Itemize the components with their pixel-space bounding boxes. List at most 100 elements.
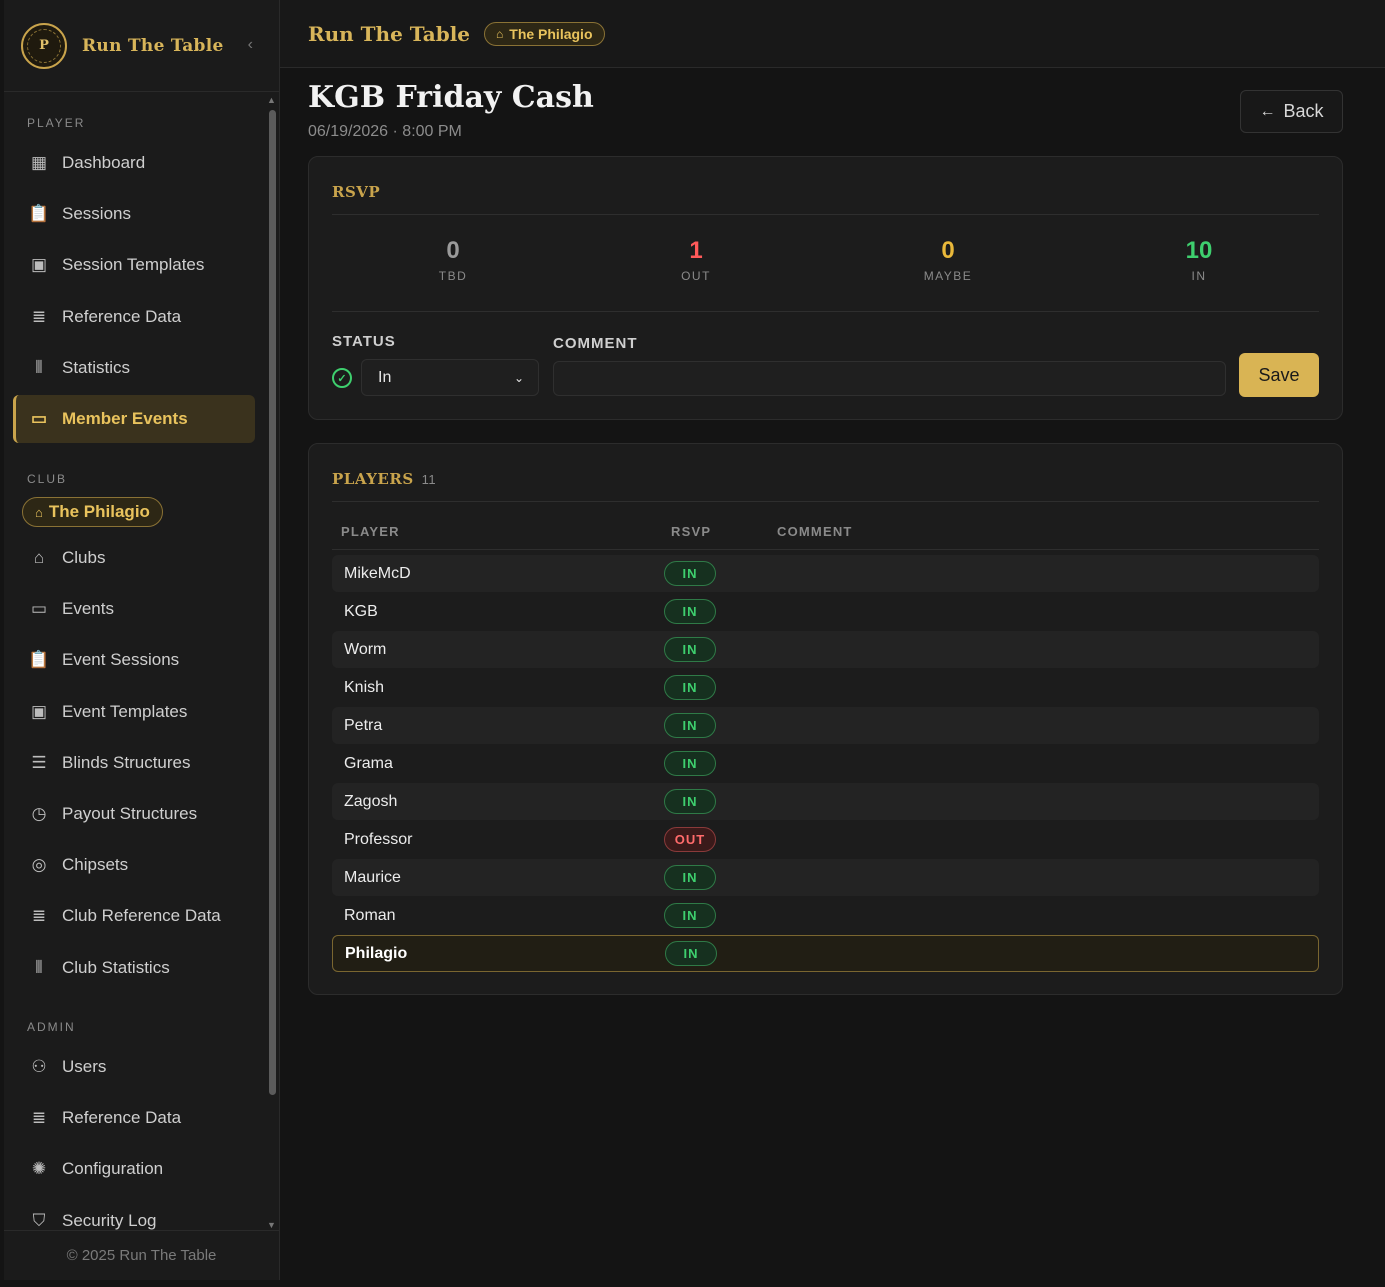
layout-icon: ▣ xyxy=(30,701,48,721)
scroll-up-icon[interactable]: ▲ xyxy=(267,95,276,105)
rsvp-status-badge: IN xyxy=(664,713,716,738)
divider xyxy=(332,311,1319,312)
sidebar-item-reference-data[interactable]: ≣ Reference Data xyxy=(13,1094,255,1142)
sidebar-item-events[interactable]: ▭ Events xyxy=(13,585,255,633)
sidebar-item-label: Configuration xyxy=(62,1159,164,1179)
scrollbar-thumb[interactable] xyxy=(269,110,276,1095)
topbar: Run The Table ⌂ The Philagio xyxy=(280,0,1385,68)
sidebar-item-session-templates[interactable]: ▣ Session Templates xyxy=(13,241,255,289)
page-title: KGB Friday Cash xyxy=(308,80,594,115)
player-name: Grama xyxy=(344,754,393,772)
players-card-title: PLAYERS 11 xyxy=(332,470,436,488)
section-label-player: PLAYER xyxy=(27,116,86,130)
players-count: 11 xyxy=(421,472,437,487)
rsvp-stat-label: MAYBE xyxy=(923,269,973,283)
player-name: Worm xyxy=(344,640,387,658)
divider xyxy=(332,549,1319,550)
rsvp-stat-maybe: 0 MAYBE xyxy=(888,237,1008,283)
sidebar-item-event-templates[interactable]: ▣ Event Templates xyxy=(13,688,255,736)
sidebar-item-chipsets[interactable]: ◎ Chipsets xyxy=(13,841,255,889)
sun-gear-icon: ✺ xyxy=(31,1159,47,1179)
home-icon: ⌂ xyxy=(35,504,43,520)
rsvp-card: RSVP 0 TBD 1 OUT 0 MAYBE 10 IN STATUS COMMENT ✓… xyxy=(308,156,1343,420)
player-name: Knish xyxy=(344,678,385,696)
home-icon: ⌂ xyxy=(33,548,45,567)
sidebar-item-club-statistics[interactable]: ⫴ Club Statistics xyxy=(13,944,255,992)
chevron-left-icon[interactable]: ‹ xyxy=(248,36,253,54)
back-button-label: Back xyxy=(1283,101,1324,121)
rsvp-status-badge: IN xyxy=(664,903,716,928)
users-icon: ⚇ xyxy=(31,1057,47,1076)
rsvp-status-badge: IN xyxy=(664,561,716,586)
calendar-icon: ▭ xyxy=(30,599,48,619)
save-button[interactable]: Save xyxy=(1239,353,1319,397)
player-name: Maurice xyxy=(344,868,401,886)
sidebar-item-event-sessions[interactable]: 📋 Event Sessions xyxy=(13,636,255,684)
rsvp-stat-value: 0 xyxy=(446,237,460,264)
clock-icon: ◷ xyxy=(31,804,47,823)
clipboard-icon: 📋 xyxy=(28,650,50,670)
sidebar-item-label: Sessions xyxy=(62,204,131,224)
column-header-comment[interactable]: COMMENT xyxy=(777,524,853,539)
table-row[interactable]: MikeMcD IN xyxy=(332,555,1319,592)
table-row[interactable]: KGB IN xyxy=(332,593,1319,630)
table-row[interactable]: Roman IN xyxy=(332,897,1319,934)
status-select-value: In xyxy=(378,368,392,386)
layout-icon: ▣ xyxy=(30,255,48,275)
players-card: PLAYERS 11 PLAYER RSVP COMMENT MikeMcD IN K… xyxy=(308,443,1343,995)
column-header-player[interactable]: PLAYER xyxy=(341,524,400,539)
list-icon: ≣ xyxy=(31,1108,47,1128)
back-button[interactable]: ← Back xyxy=(1240,90,1343,133)
sidebar-item-statistics[interactable]: ⫴ Statistics xyxy=(13,344,255,392)
sidebar-item-security-log[interactable]: ⛉ Security Log xyxy=(13,1197,255,1230)
sidebar-item-label: Session Templates xyxy=(62,255,205,275)
sidebar-item-configuration[interactable]: ✺ Configuration xyxy=(13,1145,255,1193)
rsvp-card-title: RSVP xyxy=(332,183,381,201)
sidebar-scrollbar[interactable]: ▲ ▼ xyxy=(267,95,277,1230)
column-header-rsvp[interactable]: RSVP xyxy=(671,524,711,539)
rsvp-status-badge: IN xyxy=(665,941,717,966)
status-select[interactable]: In ⌄ xyxy=(361,359,539,396)
sidebar-item-clubs[interactable]: ⌂ Clubs xyxy=(13,534,255,582)
sidebar-club-pill[interactable]: ⌂ The Philagio xyxy=(22,497,163,527)
table-row[interactable]: Professor OUT xyxy=(332,821,1319,858)
home-icon: ⌂ xyxy=(496,26,504,41)
divider xyxy=(332,501,1319,502)
main-content: Run The Table ⌂ The Philagio KGB Friday C… xyxy=(280,0,1385,1287)
scroll-down-icon[interactable]: ▼ xyxy=(267,1220,276,1230)
table-row[interactable]: Worm IN xyxy=(332,631,1319,668)
sidebar-item-label: Member Events xyxy=(62,409,188,428)
check-circle-icon: ✓ xyxy=(332,368,352,388)
rsvp-status-badge: IN xyxy=(664,751,716,776)
sidebar-item-dashboard[interactable]: ▦ Dashboard xyxy=(13,139,255,187)
sidebar-item-blinds-structures[interactable]: ☰ Blinds Structures xyxy=(13,739,255,787)
player-name: Philagio xyxy=(345,944,408,962)
sidebar-item-label: Security Log xyxy=(62,1210,157,1230)
table-row[interactable]: Petra IN xyxy=(332,707,1319,744)
arrow-left-icon: ← xyxy=(1259,102,1276,120)
rsvp-stat-value: 10 xyxy=(1185,237,1213,264)
table-row[interactable]: Grama IN xyxy=(332,745,1319,782)
topbar-club-badge[interactable]: ⌂ The Philagio xyxy=(484,21,605,46)
sidebar-item-payout-structures[interactable]: ◷ Payout Structures xyxy=(13,790,255,838)
table-row[interactable]: Maurice IN xyxy=(332,859,1319,896)
sidebar-item-member-events[interactable]: ▭ Member Events xyxy=(13,395,255,443)
sidebar-item-label: Club Reference Data xyxy=(62,906,221,926)
club-pill-label: The Philagio xyxy=(48,502,150,521)
table-row[interactable]: Knish IN xyxy=(332,669,1319,706)
sidebar-item-sessions[interactable]: 📋 Sessions xyxy=(13,190,255,238)
rsvp-status-badge: IN xyxy=(664,599,716,624)
sidebar-item-reference-data[interactable]: ≣ Reference Data xyxy=(13,293,255,341)
chip-icon: ◎ xyxy=(31,855,47,875)
table-row[interactable]: Zagosh IN xyxy=(332,783,1319,820)
table-row[interactable]: Philagio IN xyxy=(332,935,1319,972)
sidebar-item-users[interactable]: ⚇ Users xyxy=(13,1043,255,1091)
sidebar-item-club-reference-data[interactable]: ≣ Club Reference Data xyxy=(13,892,255,940)
club-logo: P xyxy=(21,22,67,69)
brand[interactable]: P Run The Table ‹ xyxy=(4,0,279,92)
comment-input[interactable] xyxy=(553,361,1226,396)
rsvp-status-badge: IN xyxy=(664,637,716,662)
player-name: MikeMcD xyxy=(344,564,411,582)
clipboard-icon: 📋 xyxy=(28,204,50,224)
list-icon: ≣ xyxy=(31,906,47,926)
